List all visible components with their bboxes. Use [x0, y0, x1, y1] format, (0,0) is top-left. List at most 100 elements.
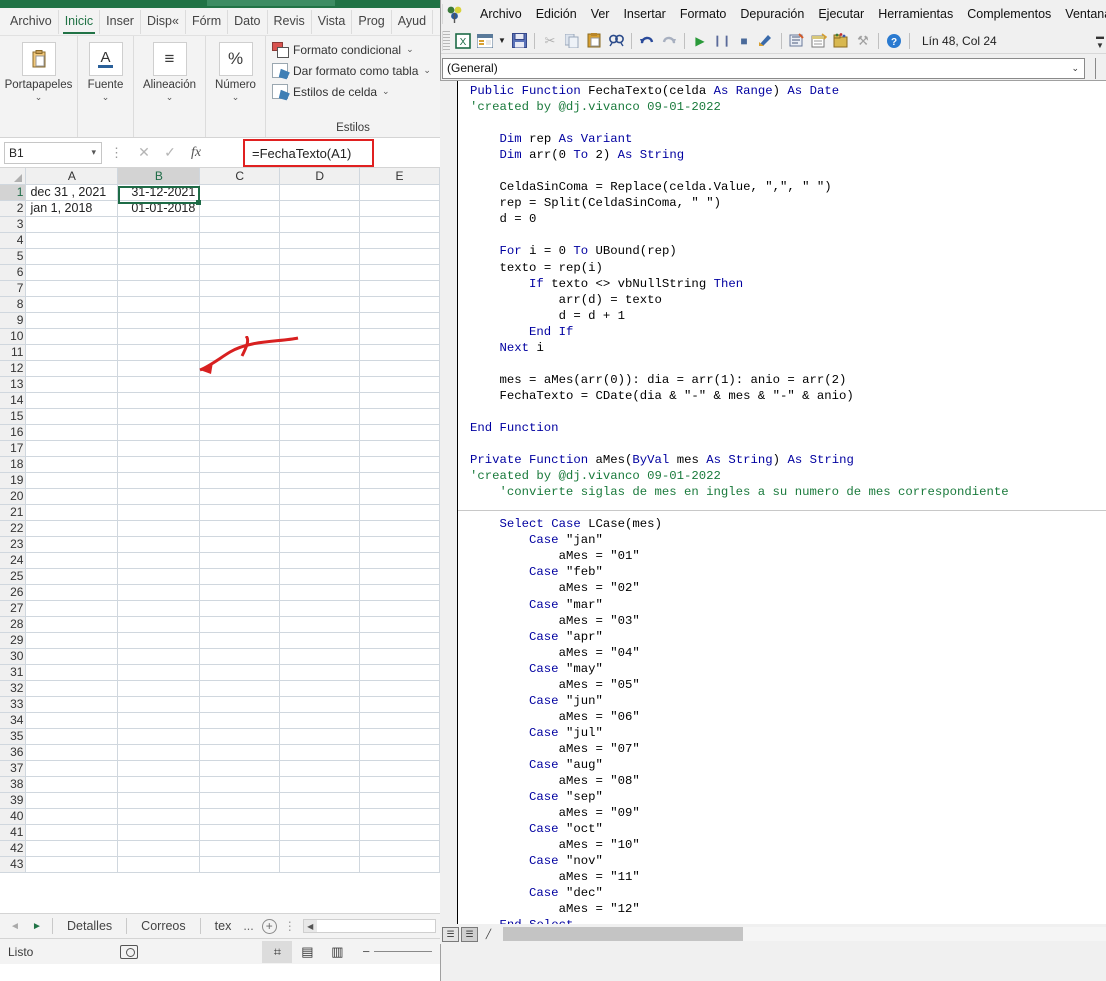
record-macro-icon[interactable] — [120, 944, 138, 959]
cell-A25[interactable] — [25, 568, 119, 585]
cell-D33[interactable] — [279, 696, 361, 713]
chevron-down-icon[interactable]: ▾ — [91, 147, 96, 158]
sheet-tab-correos[interactable]: Correos — [131, 919, 195, 933]
row-header-35[interactable]: 35 — [0, 728, 27, 745]
cell-A1[interactable]: dec 31 , 2021 — [25, 184, 119, 201]
code-horizontal-scrollbar[interactable] — [503, 927, 1106, 941]
cell-D32[interactable] — [279, 680, 361, 697]
ribbon-tab-0[interactable]: Archivo — [4, 9, 59, 34]
dropdown-arrow-icon[interactable]: ▼ — [497, 31, 507, 51]
cell-C4[interactable] — [199, 232, 281, 249]
cell-A32[interactable] — [25, 680, 119, 697]
row-header-31[interactable]: 31 — [0, 664, 27, 681]
cell-C26[interactable] — [199, 584, 281, 601]
cell-D26[interactable] — [279, 584, 361, 601]
chevron-down-icon[interactable]: ⌄ — [232, 92, 240, 103]
cell-styles-button[interactable]: Estilos de celda ⌄ — [272, 84, 390, 99]
cell-C8[interactable] — [199, 296, 281, 313]
clipboard-icon[interactable] — [21, 42, 56, 76]
toolbar-drag-grip[interactable] — [442, 30, 450, 51]
cell-E25[interactable] — [359, 568, 440, 585]
cell-B36[interactable] — [117, 744, 201, 761]
cell-D40[interactable] — [279, 808, 361, 825]
zoom-track[interactable] — [374, 951, 432, 952]
cell-D7[interactable] — [279, 280, 361, 297]
cell-C19[interactable] — [199, 472, 281, 489]
cell-E12[interactable] — [359, 360, 440, 377]
run-icon[interactable]: ▶ — [690, 31, 710, 51]
row-header-43[interactable]: 43 — [0, 856, 27, 873]
cell-B39[interactable] — [117, 792, 201, 809]
ribbon-tab-7[interactable]: Vista — [312, 9, 353, 34]
chevron-down-icon[interactable]: ⌄ — [35, 92, 43, 103]
insert-function-icon[interactable]: fx — [183, 145, 209, 161]
cell-E2[interactable] — [359, 200, 440, 217]
row-header-30[interactable]: 30 — [0, 648, 27, 665]
cell-E33[interactable] — [359, 696, 440, 713]
cell-C11[interactable] — [199, 344, 281, 361]
cell-B15[interactable] — [117, 408, 201, 425]
cell-A4[interactable] — [25, 232, 119, 249]
cell-A18[interactable] — [25, 456, 119, 473]
cell-C16[interactable] — [199, 424, 281, 441]
sheet-next-button[interactable]: ► — [26, 921, 48, 932]
select-all-corner[interactable] — [0, 168, 27, 185]
row-header-20[interactable]: 20 — [0, 488, 27, 505]
chevron-down-icon[interactable]: ⌄ — [166, 92, 174, 103]
chevron-down-icon[interactable]: ⌄ — [423, 65, 431, 76]
vba-menu-edición[interactable]: Edición — [529, 5, 584, 23]
chevron-down-icon[interactable]: ⌄ — [382, 86, 390, 97]
cell-E38[interactable] — [359, 776, 440, 793]
cell-A21[interactable] — [25, 504, 119, 521]
column-header-B[interactable]: B — [117, 168, 201, 185]
row-header-12[interactable]: 12 — [0, 360, 27, 377]
procedure-dropdown[interactable] — [1095, 57, 1104, 79]
cell-B11[interactable] — [117, 344, 201, 361]
cell-E40[interactable] — [359, 808, 440, 825]
sheet-tab-bar[interactable]: ◄ ► Detalles Correos tex ... + ⋮ ◀ — [0, 913, 440, 939]
cell-A8[interactable] — [25, 296, 119, 313]
ribbon-tab-9[interactable]: Ayud — [392, 9, 434, 34]
vba-menu-archivo[interactable]: Archivo — [473, 5, 529, 23]
cell-D6[interactable] — [279, 264, 361, 281]
cell-B27[interactable] — [117, 600, 201, 617]
paste-icon[interactable] — [584, 31, 604, 51]
cell-C36[interactable] — [199, 744, 281, 761]
zoom-out-button[interactable]: − — [362, 944, 370, 959]
row-header-23[interactable]: 23 — [0, 536, 27, 553]
cell-A43[interactable] — [25, 856, 119, 873]
cell-E41[interactable] — [359, 824, 440, 841]
row-header-38[interactable]: 38 — [0, 776, 27, 793]
cell-C40[interactable] — [199, 808, 281, 825]
cell-B33[interactable] — [117, 696, 201, 713]
row-header-22[interactable]: 22 — [0, 520, 27, 537]
cell-A14[interactable] — [25, 392, 119, 409]
cell-B26[interactable] — [117, 584, 201, 601]
cell-C5[interactable] — [199, 248, 281, 265]
row-header-2[interactable]: 2 — [0, 200, 27, 217]
cell-A13[interactable] — [25, 376, 119, 393]
row-header-29[interactable]: 29 — [0, 632, 27, 649]
row-header-13[interactable]: 13 — [0, 376, 27, 393]
cell-A9[interactable] — [25, 312, 119, 329]
cell-D25[interactable] — [279, 568, 361, 585]
cell-C13[interactable] — [199, 376, 281, 393]
cell-B41[interactable] — [117, 824, 201, 841]
cell-E24[interactable] — [359, 552, 440, 569]
cell-A33[interactable] — [25, 696, 119, 713]
row-header-41[interactable]: 41 — [0, 824, 27, 841]
cell-A22[interactable] — [25, 520, 119, 537]
row-header-28[interactable]: 28 — [0, 616, 27, 633]
chevron-down-icon[interactable]: ⌄ — [102, 92, 110, 103]
cell-C34[interactable] — [199, 712, 281, 729]
cell-D35[interactable] — [279, 728, 361, 745]
ribbon-tab-2[interactable]: Inser — [100, 9, 141, 34]
row-header-5[interactable]: 5 — [0, 248, 27, 265]
cell-C24[interactable] — [199, 552, 281, 569]
ribbon-tab-8[interactable]: Prog — [352, 9, 392, 34]
cell-D42[interactable] — [279, 840, 361, 857]
cell-D28[interactable] — [279, 616, 361, 633]
help-icon[interactable]: ? — [884, 31, 904, 51]
row-header-42[interactable]: 42 — [0, 840, 27, 857]
cell-E18[interactable] — [359, 456, 440, 473]
